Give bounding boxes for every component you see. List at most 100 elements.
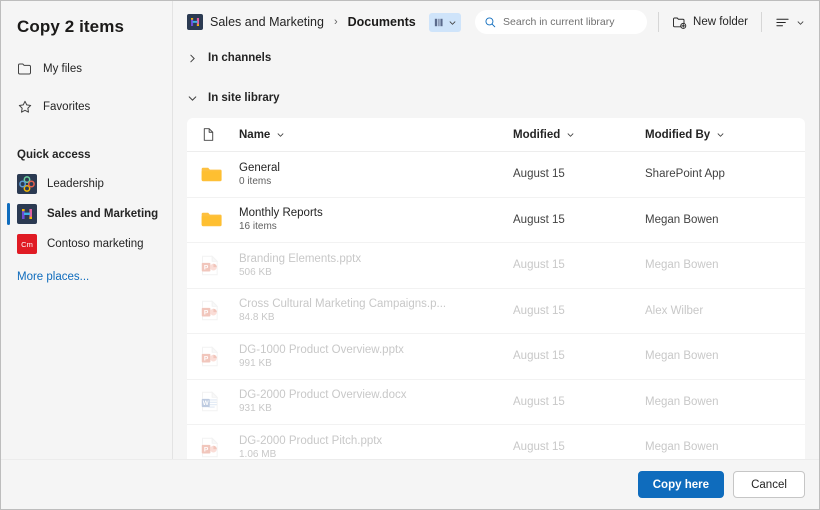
copy-here-button[interactable]: Copy here (637, 471, 724, 498)
modified-by-cell: Megan Bowen (645, 213, 719, 226)
chevron-down-icon (276, 130, 285, 139)
svg-text:P: P (204, 355, 209, 362)
file-name-cell: DG-2000 Product Overview.docx 931 KB (239, 389, 513, 414)
modified-by-cell: Megan Bowen (645, 395, 719, 408)
folder-icon (17, 61, 33, 77)
sidebar-item-label: Leadership (47, 178, 104, 190)
file-name-cell: Branding Elements.pptx 506 KB (239, 253, 513, 278)
breadcrumb: Sales and Marketing › Documents (187, 12, 461, 32)
file-meta: 0 items (239, 175, 272, 187)
column-label: Modified By (645, 128, 711, 141)
modified-by-cell: Alex Wilber (645, 304, 704, 317)
file-name: Cross Cultural Marketing Campaigns.p... (239, 298, 447, 311)
svg-text:W: W (203, 400, 209, 407)
modified-cell: August 15 (513, 350, 565, 363)
search-input[interactable] (503, 16, 639, 28)
main-panel: Sales and Marketing › Documents Search i… (173, 1, 819, 459)
powerpoint-icon: P (201, 436, 239, 458)
column-label: Modified (513, 128, 561, 141)
svg-text:P: P (204, 264, 209, 271)
copy-items-dialog: Copy 2 items My files Favorites Quick ac… (0, 0, 820, 510)
section-in-site-library[interactable]: In site library (173, 87, 819, 109)
table-row[interactable]: Monthly Reports 16 items August 15 Megan Bo… (187, 198, 805, 243)
file-name: DG-1000 Product Overview.pptx (239, 343, 404, 356)
quick-access-heading: Quick access (17, 149, 91, 161)
table-row: P Cross Cultural Marketing Campaigns.p...… (187, 289, 805, 334)
column-header-modified-by[interactable]: Modified By (645, 129, 805, 141)
search-icon (484, 16, 497, 29)
modified-by-cell: Megan Bowen (645, 350, 719, 363)
modified-cell: August 15 (513, 168, 565, 181)
view-options-button[interactable] (773, 9, 807, 35)
sidebar-item-leadership[interactable]: Leadership (1, 169, 172, 199)
sidebar-item-favorites[interactable]: Favorites (1, 93, 172, 121)
sidebar-item-sales-and-marketing[interactable]: Sales and Marketing (1, 199, 172, 229)
sidebar-item-my-files[interactable]: My files (1, 55, 172, 83)
modified-cell: August 15 (513, 395, 565, 408)
library-books-icon (433, 16, 446, 29)
svg-text:P: P (204, 446, 209, 453)
file-name: DG-2000 Product Overview.docx (239, 389, 407, 402)
contoso-marketing-site-icon: Cm (17, 234, 37, 254)
chevron-right-icon (187, 53, 198, 64)
modified-cell: August 15 (513, 259, 565, 272)
modified-by-cell: SharePoint App (645, 168, 725, 181)
section-in-channels[interactable]: In channels (173, 47, 819, 69)
dialog-body: Copy 2 items My files Favorites Quick ac… (1, 1, 819, 459)
file-name: DG-2000 Product Pitch.pptx (239, 434, 383, 447)
column-header-modified[interactable]: Modified (513, 129, 645, 141)
table-row: P DG-2000 Product Pitch.pptx 1.06 MB August… (187, 425, 805, 459)
file-name-cell: Monthly Reports 16 items (239, 207, 513, 232)
breadcrumb-site[interactable]: Sales and Marketing (210, 15, 324, 29)
file-list-container: Name Modified Modified By General 0 item… (173, 118, 819, 459)
leadership-site-icon (17, 174, 37, 194)
list-view-icon (775, 15, 790, 30)
table-row: P Branding Elements.pptx 506 KB August 15 Me… (187, 243, 805, 289)
more-places-link[interactable]: More places... (1, 271, 172, 283)
modified-cell: August 15 (513, 213, 565, 226)
chevron-down-icon (566, 130, 575, 139)
table-header-row: Name Modified Modified By (187, 118, 805, 152)
chevron-down-icon (187, 93, 198, 104)
new-folder-label: New folder (693, 16, 748, 28)
new-folder-button[interactable]: New folder (670, 9, 750, 35)
table-row: P DG-1000 Product Overview.pptx 991 KB Augu… (187, 334, 805, 380)
column-header-name[interactable]: Name (239, 129, 513, 141)
folder-icon (201, 211, 239, 228)
sidebar-item-label: Favorites (43, 101, 91, 113)
sidebar-item-contoso-marketing[interactable]: Cm Contoso marketing (1, 229, 172, 259)
file-meta: 931 KB (239, 403, 272, 415)
search-box[interactable] (475, 10, 648, 34)
toolbar-divider (658, 12, 660, 32)
chevron-down-icon (448, 18, 457, 27)
modified-by-cell: Megan Bowen (645, 441, 719, 454)
table-row: W DG-2000 Product Overview.docx 931 KB Augu… (187, 380, 805, 425)
file-meta: 1.06 MB (239, 448, 277, 459)
file-meta: 16 items (239, 221, 277, 233)
file-name-cell: DG-2000 Product Pitch.pptx 1.06 MB (239, 435, 513, 459)
file-meta: 84.8 KB (239, 312, 275, 324)
file-name-cell: Cross Cultural Marketing Campaigns.p... 8… (239, 298, 513, 323)
page-title: Copy 2 items (17, 17, 125, 36)
toolbar: Sales and Marketing › Documents Search i… (173, 1, 819, 43)
modified-cell: August 15 (513, 304, 565, 317)
column-label: Name (239, 128, 271, 141)
new-folder-icon (672, 15, 687, 30)
sales-marketing-site-icon (187, 14, 203, 30)
powerpoint-icon: P (201, 254, 239, 276)
sidebar-item-label: Sales and Marketing (47, 208, 159, 220)
section-label: In site library (208, 92, 280, 104)
sidebar-item-label: Contoso marketing (47, 238, 144, 250)
table-row[interactable]: General 0 items August 15 SharePoint App (187, 152, 805, 198)
toolbar-divider (761, 12, 762, 32)
file-name-cell: General 0 items (239, 162, 513, 187)
breadcrumb-current[interactable]: Documents (348, 15, 416, 29)
chevron-down-icon (796, 18, 805, 27)
sidebar: Copy 2 items My files Favorites Quick ac… (1, 1, 173, 459)
cancel-button[interactable]: Cancel (733, 471, 805, 498)
library-switcher-button[interactable] (428, 12, 461, 32)
chevron-down-icon (716, 130, 725, 139)
dialog-footer: Copy here Cancel (1, 459, 819, 509)
site-initials: Cm (21, 239, 33, 249)
file-type-icon (201, 127, 239, 142)
